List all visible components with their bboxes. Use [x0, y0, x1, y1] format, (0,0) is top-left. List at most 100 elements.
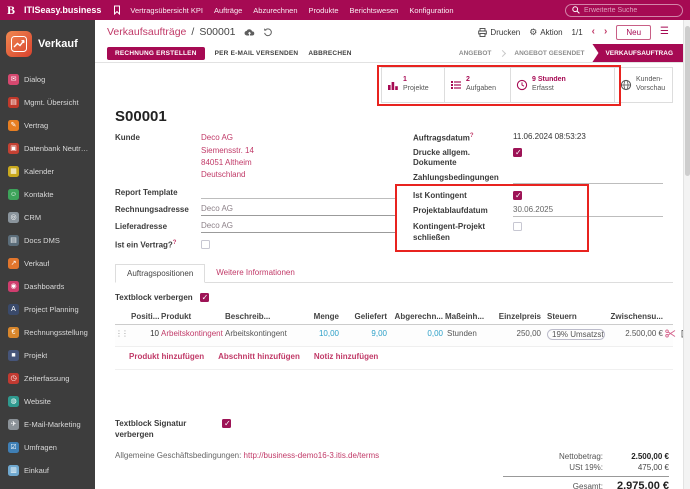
sidebar-item-dashboards[interactable]: ◉Dashboards [0, 275, 95, 298]
total-grand-row: Gesamt: 2.975,00 € [503, 476, 669, 489]
cell-menge[interactable]: 10,00 [297, 329, 339, 338]
customer-preview-smart-button[interactable]: Kunden-Vorschau [615, 67, 673, 103]
save-cloud-icon[interactable] [244, 28, 255, 37]
action-row: RECHNUNG ERSTELLEN PER E-MAIL VERSENDEN … [95, 44, 683, 63]
cell-masseinheit[interactable]: Stunden [445, 329, 489, 338]
is-quota-checkbox[interactable] [513, 191, 522, 200]
terms-link[interactable]: http://business-demo16-3.itis.de/terms [244, 451, 380, 460]
col-beschreibung[interactable]: Beschreib... [225, 312, 295, 321]
col-produkt[interactable]: Produkt [161, 312, 223, 321]
menu-berichtswesen[interactable]: Berichtswesen [350, 6, 399, 15]
hamburger-menu-icon[interactable]: ☰ [660, 27, 669, 37]
projects-smart-button[interactable]: 1Projekte [381, 67, 445, 103]
sidebar-item-dialog[interactable]: ✉Dialog [0, 68, 95, 91]
timesheet-smart-button[interactable]: 9 StundenErfasst [511, 67, 615, 103]
status-step-angebot-gesendet[interactable]: ANGEBOT GESENDET [506, 44, 592, 62]
add-note-link[interactable]: Notiz hinzufügen [314, 352, 378, 361]
col-einzelpreis[interactable]: Einzelpreis [491, 312, 541, 321]
form-sheet: 1Projekte 2Aufgaben 9 StundenErfasst Kun… [95, 63, 683, 489]
col-geliefert[interactable]: Geliefert [341, 312, 387, 321]
sidebar-item-email-marketing[interactable]: ✈E-Mail-Marketing [0, 413, 95, 436]
sidebar-item-verkauf[interactable]: ↗Verkauf [0, 252, 95, 275]
pager-next-icon[interactable]: › [604, 27, 607, 37]
total-net-row: Nettobetrag: 2.500,00 € [503, 452, 669, 461]
customer-address-link[interactable]: Deco AG Siemensstr. 14 84051 Altheim Deu… [201, 132, 254, 181]
col-steuern[interactable]: Steuern [543, 312, 603, 321]
smart-buttons: 1Projekte 2Aufgaben 9 StundenErfasst Kun… [115, 67, 673, 103]
bookmark-icon[interactable] [113, 5, 121, 15]
send-email-button[interactable]: PER E-MAIL VERSENDEN [215, 50, 299, 57]
menu-abzurechnen[interactable]: Abzurechnen [253, 6, 297, 15]
terms-text: Allgemeine Geschäftsbedingungen: http://… [115, 450, 379, 461]
report-template-input[interactable] [201, 187, 395, 199]
cell-einzelpreis[interactable]: 250,00 [491, 329, 541, 338]
tasks-smart-button[interactable]: 2Aufgaben [445, 67, 511, 103]
global-search[interactable] [565, 4, 683, 17]
create-invoice-button[interactable]: RECHNUNG ERSTELLEN [107, 47, 205, 60]
print-button[interactable]: Drucken [478, 28, 520, 37]
cell-geliefert[interactable]: 9,00 [341, 329, 387, 338]
projekt-icon: ■ [8, 350, 19, 361]
add-section-link[interactable]: Abschnitt hinzufügen [218, 352, 300, 361]
tab-weitere-informationen[interactable]: Weitere Informationen [205, 264, 306, 282]
hide-signature-textblock-checkbox[interactable] [222, 419, 231, 428]
field-zahlungsbedingungen: Zahlungsbedingungen [413, 172, 663, 184]
col-masseinheit[interactable]: Maßeinh... [445, 312, 489, 321]
discard-undo-icon[interactable] [263, 27, 273, 37]
menu-vertragsuebersicht-kpi[interactable]: Vertragsübersicht KPI [130, 6, 203, 15]
print-general-docs-checkbox[interactable] [513, 148, 522, 157]
sidebar-item-umfragen[interactable]: ☑Umfragen [0, 436, 95, 459]
sidebar-item-kontakte[interactable]: ☺Kontakte [0, 183, 95, 206]
sidebar-item-mgmt-uebersicht[interactable]: ▤Mgmt. Übersicht [0, 91, 95, 114]
project-expiry-date-input[interactable]: 30.06.2025 [513, 205, 663, 217]
search-input[interactable] [584, 7, 674, 14]
sidebar-item-rechnungsstellung[interactable]: €Rechnungsstellung [0, 321, 95, 344]
col-abgerechnet[interactable]: Abgerechn... [389, 312, 443, 321]
payment-terms-input[interactable] [513, 172, 663, 184]
sidebar-item-vertrag[interactable]: ✎Vertrag [0, 114, 95, 137]
menu-produkte[interactable]: Produkte [309, 6, 339, 15]
table-row[interactable]: ⋮⋮ 10 Arbeitskontingent Arbeitskontingen… [115, 325, 673, 347]
action-menu-button[interactable]: ⚙ Aktion [529, 28, 562, 37]
invoice-address-input[interactable]: Deco AG [201, 204, 395, 216]
new-record-button[interactable]: Neu [616, 25, 651, 40]
sidebar-item-datenbank-neutralisierung[interactable]: ▣Datenbank Neutralisie... [0, 137, 95, 160]
status-step-verkaufsauftrag[interactable]: VERKAUFSAUFTRAG [592, 44, 683, 62]
sidebar-item-einkauf[interactable]: ▥Einkauf [0, 459, 95, 482]
sidebar-item-docs-dms[interactable]: ▤Docs DMS [0, 229, 95, 252]
help-marker: ? [173, 240, 177, 246]
delivery-address-input[interactable]: Deco AG [201, 221, 395, 233]
status-step-angebot[interactable]: ANGEBOT [451, 44, 500, 62]
col-zwischensumme[interactable]: Zwischensu... [605, 312, 663, 321]
sidebar-item-project-planning[interactable]: AProject Planning [0, 298, 95, 321]
cancel-button[interactable]: ABBRECHEN [308, 50, 351, 57]
col-menge[interactable]: Menge [297, 312, 339, 321]
scrollbar-thumb[interactable] [685, 26, 690, 176]
tax-badge[interactable]: 19% Umsatzste [547, 329, 605, 340]
cell-product-link[interactable]: Arbeitskontingent [161, 329, 223, 338]
form-fields: Kunde Deco AG Siemensstr. 14 84051 Althe… [115, 132, 673, 254]
vertical-scrollbar[interactable] [683, 20, 690, 489]
sidebar-item-kalender[interactable]: ▦Kalender [0, 160, 95, 183]
gear-icon: ⚙ [529, 28, 537, 37]
dashboards-icon: ◉ [8, 281, 19, 292]
drag-handle-icon[interactable]: ⋮⋮ [115, 329, 129, 338]
breadcrumb-parent-link[interactable]: Verkaufsaufträge [107, 26, 186, 38]
tab-auftragspositionen[interactable]: Auftragspositionen [115, 264, 205, 283]
order-date-value[interactable]: 11.06.2024 08:53:23 [513, 132, 663, 144]
sidebar-item-zeiterfassung[interactable]: ◷Zeiterfassung [0, 367, 95, 390]
is-contract-checkbox[interactable] [201, 240, 210, 249]
hide-textblock-checkbox[interactable] [200, 293, 209, 302]
menu-auftraege[interactable]: Aufträge [214, 6, 242, 15]
sidebar-item-projekt[interactable]: ■Projekt [0, 344, 95, 367]
app-switcher[interactable]: Verkauf [0, 20, 95, 68]
cell-description[interactable]: Arbeitskontingent [225, 329, 295, 339]
sidebar-item-website[interactable]: ◍Website [0, 390, 95, 413]
col-position[interactable]: Positi... [131, 312, 159, 321]
split-line-icon[interactable] [665, 329, 679, 338]
sidebar-item-crm[interactable]: ◎CRM [0, 206, 95, 229]
pager-previous-icon[interactable]: ‹ [592, 27, 595, 37]
menu-konfiguration[interactable]: Konfiguration [409, 6, 453, 15]
close-quota-project-checkbox[interactable] [513, 222, 522, 231]
add-product-link[interactable]: Produkt hinzufügen [129, 352, 204, 361]
